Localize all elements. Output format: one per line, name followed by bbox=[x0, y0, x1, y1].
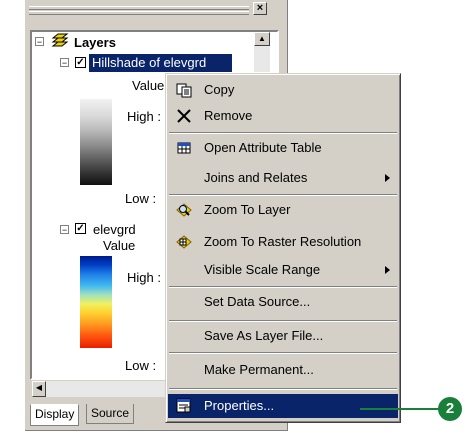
collapse-icon[interactable]: − bbox=[35, 37, 44, 47]
elevation-color-ramp bbox=[80, 256, 112, 348]
menu-item-joins-and-relates[interactable]: Joins and Relates bbox=[168, 166, 398, 190]
menu-item-properties[interactable]: Properties... bbox=[168, 394, 398, 418]
menu-item-label: Remove bbox=[204, 108, 253, 123]
collapse-icon[interactable]: − bbox=[60, 225, 69, 235]
tab-source[interactable]: Source bbox=[86, 404, 135, 424]
legend-low-label: Low : bbox=[125, 191, 157, 206]
menu-separator bbox=[169, 286, 397, 288]
layers-stack-icon bbox=[50, 32, 70, 50]
menu-item-set-data-source[interactable]: Set Data Source... bbox=[168, 290, 398, 314]
close-button[interactable]: × bbox=[253, 2, 267, 15]
copy-icon bbox=[176, 82, 192, 98]
legend-low-label: Low : bbox=[125, 358, 157, 373]
menu-item-save-as-layer-file[interactable]: Save As Layer File... bbox=[168, 324, 398, 348]
menu-item-zoom-to-raster-resolution[interactable]: Zoom To Raster Resolution bbox=[168, 230, 398, 254]
menu-item-label: Visible Scale Range bbox=[204, 262, 321, 277]
legend-high-label: High : bbox=[127, 109, 161, 124]
menu-item-label: Make Permanent... bbox=[204, 362, 314, 377]
menu-item-label: Zoom To Raster Resolution bbox=[204, 234, 362, 249]
title-grip[interactable] bbox=[29, 6, 249, 10]
legend-value-label: Value bbox=[103, 238, 136, 253]
submenu-arrow-icon bbox=[385, 174, 390, 182]
table-icon bbox=[176, 140, 192, 156]
zoom-to-layer-icon bbox=[176, 202, 192, 218]
zoom-raster-icon bbox=[176, 234, 192, 250]
menu-separator bbox=[169, 320, 397, 322]
legend-value-label: Value bbox=[132, 78, 165, 93]
layer-name-elevgrd[interactable]: elevgrd bbox=[93, 222, 136, 237]
visibility-checkbox[interactable]: ✓ bbox=[75, 223, 86, 234]
horizontal-scrollbar[interactable] bbox=[32, 381, 168, 397]
callout-line bbox=[360, 408, 442, 410]
menu-separator bbox=[169, 132, 397, 134]
visibility-checkbox[interactable]: ✓ bbox=[75, 57, 86, 68]
collapse-icon[interactable]: − bbox=[60, 58, 69, 68]
menu-separator bbox=[169, 194, 397, 196]
menu-item-make-permanent[interactable]: Make Permanent... bbox=[168, 358, 398, 382]
tab-display[interactable]: Display bbox=[30, 404, 80, 426]
submenu-arrow-icon bbox=[385, 266, 390, 274]
menu-item-label: Set Data Source... bbox=[204, 294, 311, 309]
layer-context-menu: Copy Remove Open Attribute Table Joins a… bbox=[165, 73, 401, 423]
step-callout-badge: 2 bbox=[438, 397, 462, 421]
menu-separator bbox=[169, 388, 397, 390]
title-grip[interactable] bbox=[29, 11, 249, 15]
menu-item-label: Save As Layer File... bbox=[204, 328, 324, 343]
menu-item-visible-scale-range[interactable]: Visible Scale Range bbox=[168, 258, 398, 282]
menu-item-open-attribute-table[interactable]: Open Attribute Table bbox=[168, 136, 398, 160]
properties-icon bbox=[176, 398, 192, 414]
remove-icon bbox=[176, 108, 192, 124]
scroll-left-icon[interactable]: ◀ bbox=[32, 381, 46, 397]
menu-item-zoom-to-layer[interactable]: Zoom To Layer bbox=[168, 198, 398, 222]
menu-separator bbox=[169, 352, 397, 354]
menu-item-label: Properties... bbox=[204, 398, 275, 413]
hillshade-color-ramp bbox=[80, 99, 112, 185]
legend-high-label: High : bbox=[127, 270, 161, 285]
menu-item-copy[interactable]: Copy bbox=[168, 78, 398, 102]
layer-name-hillshade[interactable]: Hillshade of elevgrd bbox=[89, 54, 232, 72]
menu-item-label: Copy bbox=[204, 82, 235, 97]
menu-item-label: Open Attribute Table bbox=[204, 140, 322, 155]
menu-item-label: Zoom To Layer bbox=[204, 202, 291, 217]
menu-item-remove[interactable]: Remove bbox=[168, 104, 398, 128]
menu-item-label: Joins and Relates bbox=[204, 170, 308, 185]
layers-root-label[interactable]: Layers bbox=[74, 35, 116, 50]
scroll-up-icon[interactable]: ▲ bbox=[254, 32, 270, 46]
